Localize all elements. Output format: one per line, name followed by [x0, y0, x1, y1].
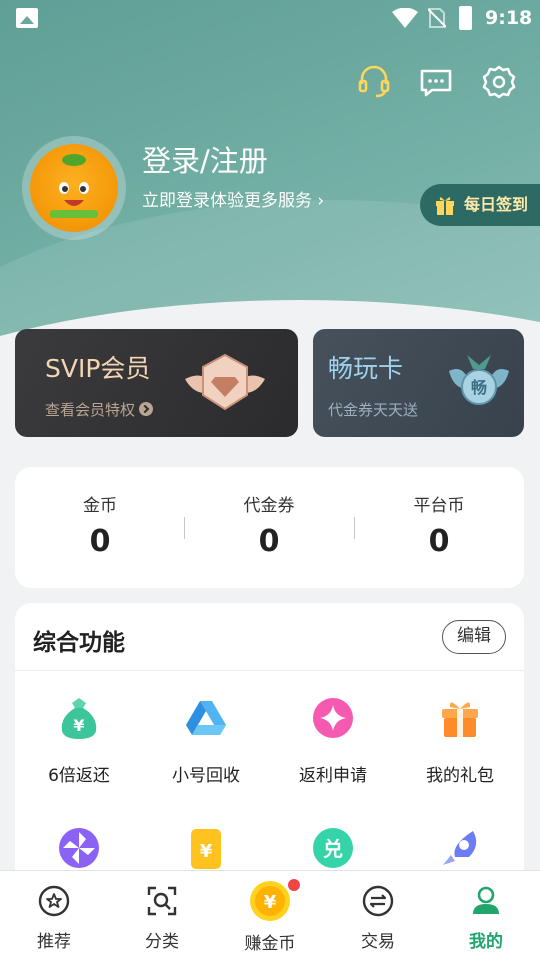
- gallery-icon: [16, 8, 38, 28]
- avatar[interactable]: [22, 136, 126, 240]
- no-sim-icon: [428, 8, 446, 28]
- yen-glyph: ¥: [200, 841, 213, 862]
- play-card-title: 畅玩卡: [328, 354, 404, 383]
- message-icon[interactable]: [418, 64, 454, 100]
- function-label: 我的礼包: [426, 766, 494, 786]
- functions-panel: 综合功能 编辑 ¥ 6倍返还 小号回收 返利申请 我的礼包 ¥ 兑: [15, 603, 524, 903]
- divider: [15, 670, 524, 671]
- customer-service-icon[interactable]: [356, 64, 392, 100]
- orange-mascot-avatar: [30, 144, 118, 232]
- function-label: 6倍返还: [48, 766, 110, 786]
- play-card-badge-icon: 畅: [449, 355, 509, 405]
- chevron-right-icon: ›: [317, 191, 325, 211]
- function-item-row2-2[interactable]: ¥: [142, 825, 270, 871]
- status-bar: 9:18: [0, 0, 540, 36]
- function-item-row2-1[interactable]: [15, 825, 143, 871]
- voucher-balance[interactable]: 代金券 0: [184, 491, 354, 559]
- function-label: 返利申请: [299, 766, 367, 786]
- notification-dot: [288, 879, 300, 891]
- battery-icon: [459, 6, 472, 30]
- gold-coin-balance[interactable]: 金币 0: [15, 491, 185, 559]
- gift-icon: [436, 197, 454, 215]
- currency-value: 0: [428, 524, 450, 559]
- arrow-circle-icon: [139, 402, 154, 416]
- diamond-wings-badge-icon: [185, 353, 265, 411]
- money-bag-icon: ¥: [61, 698, 97, 739]
- svip-subtitle: 查看会员特权: [45, 401, 136, 419]
- play-card[interactable]: 畅玩卡 代金券天天送 畅: [313, 329, 524, 437]
- sparkle-icon: [313, 698, 353, 738]
- clock: 9:18: [485, 7, 533, 29]
- exchange-icon: 兑: [313, 828, 353, 868]
- orange-mascot-icon: [50, 154, 98, 218]
- nav-label: 我的: [469, 932, 503, 952]
- platform-coin-balance[interactable]: 平台币 0: [354, 491, 524, 559]
- svg-text:¥: ¥: [264, 892, 277, 913]
- nav-label: 交易: [361, 932, 395, 952]
- play-badge-text: 畅: [471, 378, 487, 397]
- exchange-glyph: 兑: [323, 837, 343, 861]
- function-label: 小号回收: [172, 766, 240, 786]
- gift-box-icon: [442, 702, 478, 737]
- svip-title: SVIP会员: [45, 354, 151, 383]
- svip-privileges-link: 查看会员特权: [45, 399, 154, 420]
- function-item-rebate-apply[interactable]: 返利申请: [269, 695, 397, 786]
- section-title: 综合功能: [33, 630, 125, 656]
- yen-card-icon: ¥: [191, 829, 221, 869]
- svip-member-card[interactable]: SVIP会员 查看会员特权: [15, 329, 298, 437]
- nav-trade[interactable]: 交易: [324, 871, 432, 960]
- scan-search-icon: [147, 886, 177, 916]
- nav-label: 推荐: [37, 932, 71, 952]
- swap-arrows-icon: [362, 885, 394, 917]
- login-subtitle[interactable]: 立即登录体验更多服务 ›: [142, 186, 324, 211]
- nav-earn-coins[interactable]: ¥ 赚金币: [216, 871, 324, 960]
- currency-panel: 金币 0 代金券 0 平台币 0: [15, 467, 524, 588]
- gold-coin-icon: ¥: [250, 881, 290, 921]
- currency-label: 金币: [83, 496, 117, 516]
- nav-category[interactable]: 分类: [108, 871, 216, 960]
- nav-mine[interactable]: 我的: [432, 871, 540, 960]
- play-card-subtitle: 代金券天天送: [328, 401, 419, 419]
- user-profile-icon: [473, 886, 499, 914]
- svg-text:¥: ¥: [73, 716, 84, 735]
- login-subtitle-text: 立即登录体验更多服务: [142, 191, 312, 211]
- wifi-icon: [392, 8, 418, 28]
- function-item-account-recycle[interactable]: 小号回收: [142, 695, 270, 786]
- bottom-navigation: 推荐 分类 ¥ 赚金币 交易 我的: [0, 870, 540, 960]
- nav-label: 赚金币: [244, 934, 296, 954]
- edit-button[interactable]: 编辑: [442, 620, 506, 654]
- star-circle-icon: [38, 885, 70, 917]
- currency-label: 平台币: [413, 496, 465, 516]
- settings-gear-icon[interactable]: [481, 64, 517, 100]
- nav-recommend[interactable]: 推荐: [0, 871, 108, 960]
- function-item-row2-3[interactable]: 兑: [269, 825, 397, 871]
- daily-checkin-label: 每日签到: [464, 195, 529, 214]
- currency-value: 0: [89, 524, 111, 559]
- function-item-my-gifts[interactable]: 我的礼包: [396, 695, 524, 786]
- function-item-6x-return[interactable]: ¥ 6倍返还: [15, 695, 143, 786]
- daily-checkin-button[interactable]: 每日签到: [420, 184, 540, 226]
- recycle-triangle-icon: [186, 701, 226, 735]
- function-item-row2-4[interactable]: [396, 825, 524, 871]
- pinwheel-icon: [59, 828, 99, 868]
- currency-label: 代金券: [243, 496, 295, 516]
- login-register-link[interactable]: 登录/注册: [142, 138, 268, 180]
- currency-value: 0: [258, 524, 280, 559]
- nav-label: 分类: [145, 932, 179, 952]
- rocket-icon: [443, 831, 477, 865]
